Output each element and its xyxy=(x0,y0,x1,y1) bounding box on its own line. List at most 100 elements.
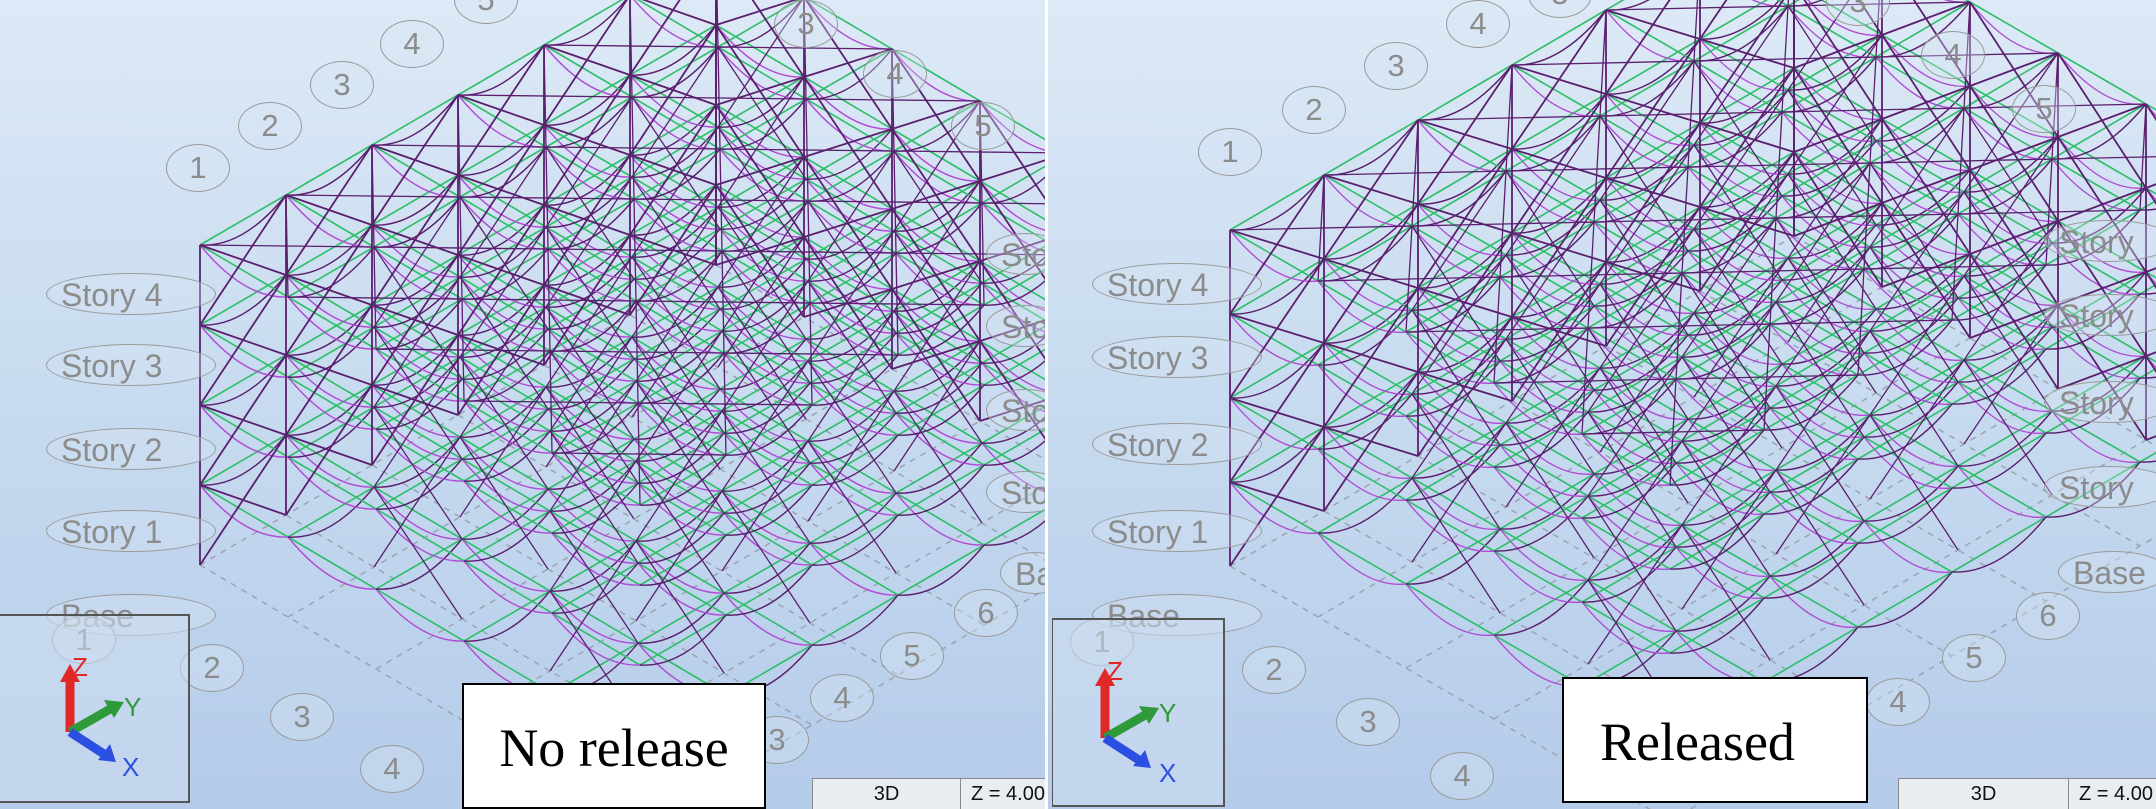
right-3d-viewport[interactable]: 1 2 3 4 5 3 4 5 Story 4 Story 3 Story 2 … xyxy=(1048,0,2156,809)
frame-member xyxy=(459,146,547,198)
frame-member xyxy=(1605,93,1701,124)
frame-member xyxy=(2051,158,2141,211)
frame-member xyxy=(1405,499,1495,552)
left-3d-viewport[interactable]: 1 2 3 4 5 3 4 5 Story 4 Story 3 Story 2 … xyxy=(0,0,1045,809)
frame-member xyxy=(981,202,1045,205)
frame-member xyxy=(457,44,545,96)
view-mode-indicator[interactable]: 3D xyxy=(1898,779,2068,809)
view-mode-indicator[interactable]: 3D xyxy=(812,779,960,809)
frame-member xyxy=(1493,550,1583,603)
story-label: Base xyxy=(2058,551,2156,593)
frame-member xyxy=(723,512,813,566)
frame-member xyxy=(459,276,549,330)
frame-member xyxy=(1869,359,1965,500)
frame-member xyxy=(1681,469,1777,610)
grid-label: 4 xyxy=(1866,678,1930,726)
grid-label: 4 xyxy=(863,50,927,98)
frame-member xyxy=(637,512,725,564)
coordinate-readout: Z = 4.00 m - S xyxy=(2068,779,2156,809)
frame-member xyxy=(895,412,985,466)
frame-member xyxy=(1229,229,1325,260)
frame-member xyxy=(1581,601,1671,654)
frame-member xyxy=(637,562,727,616)
frame-member xyxy=(1787,5,1877,142)
story-label: Story 1 xyxy=(46,510,216,552)
frame-member xyxy=(1681,301,1777,442)
coordinate-readout: Z = 4.00 xyxy=(960,779,1045,809)
frame-member xyxy=(373,406,463,460)
frame-member xyxy=(1681,272,1771,409)
frame-member xyxy=(199,274,287,326)
frame-member xyxy=(285,144,373,196)
frame-member xyxy=(287,486,375,538)
frame-member xyxy=(1587,356,1683,497)
frame-member xyxy=(1511,148,1607,179)
frame-member xyxy=(287,536,377,590)
frame-member xyxy=(1969,1,2059,54)
frame-member xyxy=(199,194,287,246)
frame-member xyxy=(1505,338,1595,475)
frame-member xyxy=(1417,119,1513,150)
grid-label: 5 xyxy=(951,102,1015,150)
frame-member xyxy=(1693,60,1783,197)
frame-member xyxy=(1493,466,1583,519)
frame-member xyxy=(1587,327,1677,380)
frame-member xyxy=(551,562,639,614)
frame-member xyxy=(1511,316,1607,347)
story-label: Story 4 xyxy=(46,273,216,315)
status-bar: 3D Z = 4.00 xyxy=(812,778,1045,809)
frame-member xyxy=(1605,9,1701,40)
grid-label: 6 xyxy=(2016,592,2080,640)
frame-member xyxy=(805,128,893,180)
grid-label: 3 xyxy=(1364,42,1428,90)
frame-member xyxy=(723,542,811,594)
frame-member xyxy=(1963,136,2059,277)
frame-member xyxy=(463,590,551,642)
frame-member xyxy=(373,246,463,300)
frame-member xyxy=(287,326,375,378)
frame-member xyxy=(371,94,459,146)
grid-label: 5 xyxy=(880,632,944,680)
frame-member xyxy=(287,376,377,430)
frame-member xyxy=(1323,119,1419,176)
grid-label: 2 xyxy=(1282,86,1346,134)
grid-label: 6 xyxy=(954,589,1018,637)
frame-member xyxy=(1869,330,1959,467)
frame-member xyxy=(809,492,897,544)
frame-member xyxy=(631,126,719,178)
frame-member xyxy=(1869,162,1959,299)
frame-member xyxy=(809,462,899,516)
frame-member xyxy=(375,458,463,510)
status-bar: 3D Z = 4.00 m - S xyxy=(1898,778,2156,809)
grid-label: 2 xyxy=(1242,646,1306,694)
frame-member xyxy=(461,538,551,592)
frame-member xyxy=(549,590,639,644)
axis-triad: Z Y X xyxy=(1052,618,1225,807)
story-label: Story xyxy=(2044,381,2156,423)
frame-member xyxy=(1587,495,1677,632)
axis-z-label: Z xyxy=(1107,656,1123,686)
frame-member xyxy=(1505,422,1595,559)
frame-member xyxy=(717,76,805,128)
frame-member xyxy=(287,456,377,510)
grid-label: 1 xyxy=(166,144,230,192)
frame-member xyxy=(1229,313,1325,344)
frame-member xyxy=(1775,385,1865,522)
frame-member xyxy=(543,74,631,126)
frame-member xyxy=(809,542,899,596)
frame-member xyxy=(631,176,721,230)
grid-label: 5 xyxy=(1942,634,2006,682)
frame-member xyxy=(723,462,811,514)
frame-member xyxy=(1963,275,2053,412)
frame-member xyxy=(723,592,813,646)
story-label: Story 1 xyxy=(1092,510,1262,552)
frame-member xyxy=(893,180,981,232)
grid-label: 3 xyxy=(774,0,838,48)
frame-member xyxy=(1775,330,1871,471)
frame-member xyxy=(1699,38,1795,69)
grid-label: 5 xyxy=(2012,85,2076,133)
frame-member xyxy=(1417,64,1513,121)
frame-member xyxy=(1699,206,1795,237)
frame-member xyxy=(1511,64,1607,95)
frame-member xyxy=(1417,203,1513,234)
